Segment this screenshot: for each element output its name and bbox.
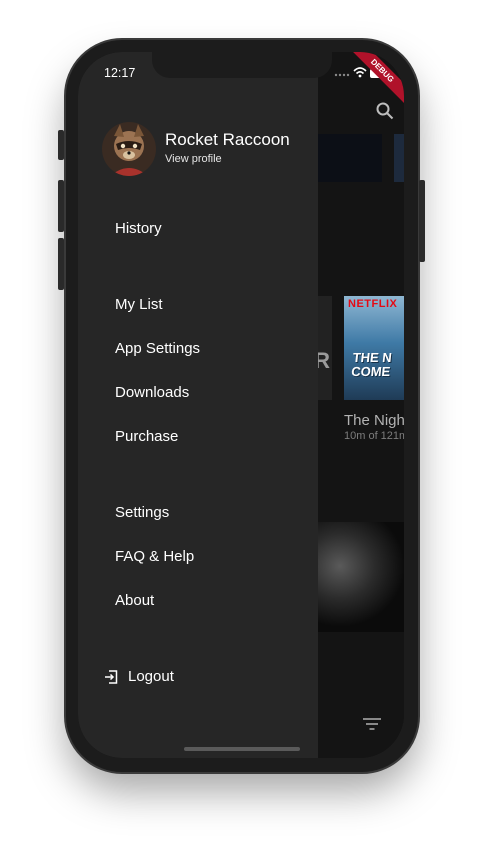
netflix-logo: NETFLIX	[348, 298, 398, 310]
view-profile-link[interactable]: View profile	[165, 153, 222, 165]
item-title: The Nigh	[344, 412, 404, 429]
poster-card-netflix[interactable]: NETFLIX THE N COME	[344, 296, 404, 400]
filter-icon[interactable]	[362, 716, 382, 732]
menu-item-downloads[interactable]: Downloads	[115, 384, 189, 401]
menu-item-app-settings[interactable]: App Settings	[115, 340, 200, 357]
power-button	[419, 180, 425, 262]
poster-art-text: THE N COME	[350, 350, 393, 379]
search-icon[interactable]	[376, 102, 394, 120]
notch	[152, 52, 332, 78]
volume-down-button	[58, 238, 64, 290]
thumbnail-top-edge[interactable]	[394, 134, 404, 182]
raccoon-avatar-icon	[102, 122, 156, 176]
logout-label: Logout	[128, 668, 174, 685]
silent-switch	[58, 130, 64, 160]
menu-item-history[interactable]: History	[115, 220, 162, 237]
item-progress: 10m of 121m	[344, 430, 404, 442]
screen: R NETFLIX THE N COME The Nigh 10m of 121…	[78, 52, 404, 758]
poster-card-dark[interactable]	[310, 522, 404, 632]
profile-name: Rocket Raccoon	[165, 130, 290, 149]
signal-icon	[334, 73, 350, 77]
home-indicator	[184, 747, 300, 751]
poster-art-line-2: COME	[350, 364, 392, 379]
menu-item-faq-help[interactable]: FAQ & Help	[115, 548, 194, 565]
thumbnail-top[interactable]	[318, 134, 382, 182]
avatar[interactable]	[102, 122, 156, 176]
menu-item-purchase[interactable]: Purchase	[115, 428, 178, 445]
volume-up-button	[58, 180, 64, 232]
status-time: 12:17	[104, 66, 136, 80]
poster-art-line-1: THE N	[352, 350, 393, 365]
navigation-drawer: Rocket Raccoon View profile History My L…	[78, 52, 318, 758]
logout-icon	[105, 670, 118, 684]
menu-item-settings[interactable]: Settings	[115, 504, 169, 521]
menu-item-about[interactable]: About	[115, 592, 154, 609]
wifi-icon	[353, 67, 367, 78]
menu-item-my-list[interactable]: My List	[115, 296, 163, 313]
